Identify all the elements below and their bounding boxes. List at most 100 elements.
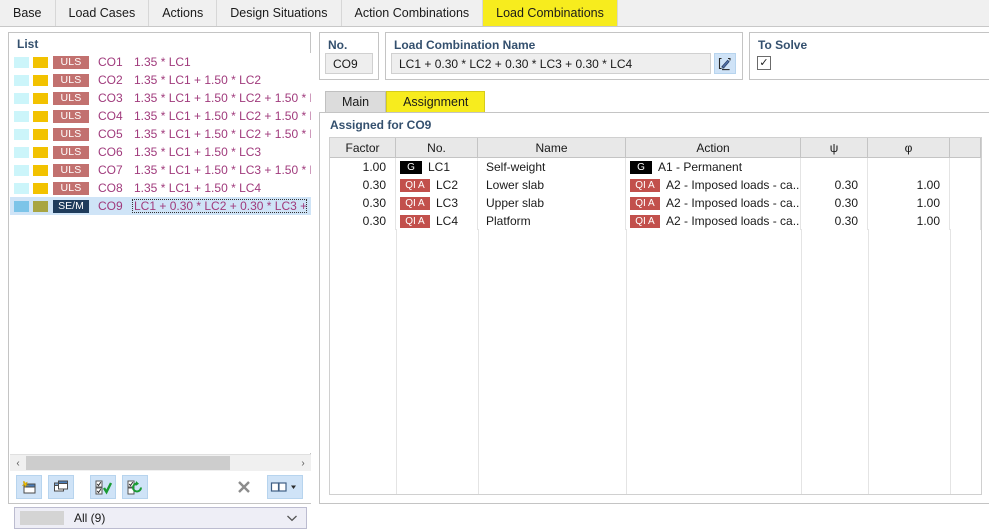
to-solve-group: To Solve [749, 32, 989, 80]
scrollbar-track[interactable] [26, 455, 295, 471]
cell-no: QI A LC2 [396, 176, 478, 194]
list-item-number: CO5 [98, 127, 123, 141]
grid-line [396, 229, 397, 494]
chevron-down-icon[interactable] [286, 514, 298, 522]
no-input-value: CO9 [333, 56, 358, 71]
column-header-action[interactable]: Action [626, 138, 801, 157]
scrollbar-thumb[interactable] [26, 456, 231, 470]
select-all-button[interactable] [90, 475, 116, 499]
table-row[interactable]: 0.30 QI A LC3 Upper slab QI A A2 - Impos… [330, 194, 981, 212]
tab-load-cases[interactable]: Load Cases [55, 0, 150, 26]
list-item[interactable]: ULS CO3 1.35 * LC1 + 1.50 * LC2 + 1.50 *… [10, 89, 311, 107]
new-combination-button[interactable] [16, 475, 42, 499]
list-horizontal-scrollbar[interactable]: ‹ › [10, 454, 311, 471]
design-situation-badge: ULS [53, 127, 89, 141]
column-header-factor[interactable]: Factor [330, 138, 396, 157]
list-panel: List ULS CO1 1.35 * LC1 ULS CO2 1.35 * L… [8, 32, 311, 529]
tab-base-label: Base [13, 6, 42, 20]
cell-action-label: A2 - Imposed loads - ca... [666, 196, 801, 210]
cell-no-label: LC3 [436, 196, 459, 210]
list-item[interactable]: ULS CO5 1.35 * LC1 + 1.50 * LC2 + 1.50 *… [10, 125, 311, 143]
cell-no: QI A LC3 [396, 194, 478, 212]
cell-no: G LC1 [396, 158, 478, 176]
color-swatch-secondary [33, 92, 48, 104]
cell-factor: 0.30 [330, 212, 396, 230]
list-filter-dropdown[interactable]: All (9) [14, 507, 307, 529]
list-item[interactable]: ULS CO1 1.35 * LC1 [10, 53, 311, 71]
color-swatch-primary [14, 146, 29, 158]
edit-name-button[interactable] [714, 53, 736, 74]
column-header-psi[interactable]: ψ [801, 138, 868, 157]
checklist-check-icon [94, 478, 112, 496]
color-swatch-secondary [33, 200, 48, 212]
cell-psi: 0.30 [801, 212, 868, 230]
no-input[interactable]: CO9 [325, 53, 373, 74]
design-situation-badge: SE/M [53, 199, 89, 213]
column-header-no[interactable]: No. [396, 138, 478, 157]
tab-action-combinations[interactable]: Action Combinations [341, 0, 484, 26]
cell-tail [950, 194, 981, 212]
cell-phi: 1.00 [868, 176, 950, 194]
pencil-edit-icon [717, 56, 733, 72]
color-swatch-primary [14, 74, 29, 86]
load-combination-list[interactable]: ULS CO1 1.35 * LC1 ULS CO2 1.35 * LC1 + … [10, 53, 311, 453]
color-swatch-primary [14, 92, 29, 104]
tab-main[interactable]: Main [325, 91, 387, 112]
list-item-formula: 1.35 * LC1 + 1.50 * LC2 + 1.50 * LC3 [134, 91, 311, 105]
design-situation-badge: ULS [53, 181, 89, 195]
cell-no: QI A LC4 [396, 212, 478, 230]
tab-design-situations-label: Design Situations [230, 6, 328, 20]
tab-actions-label: Actions [162, 6, 204, 20]
list-item[interactable]: ULS CO6 1.35 * LC1 + 1.50 * LC3 [10, 143, 311, 161]
list-item-number: CO4 [98, 109, 123, 123]
design-situation-badge: ULS [53, 145, 89, 159]
table-row[interactable]: 0.30 QI A LC2 Lower slab QI A A2 - Impos… [330, 176, 981, 194]
action-category-tag: QI A [400, 196, 430, 210]
grid-line [868, 229, 869, 494]
list-item[interactable]: ULS CO4 1.35 * LC1 + 1.50 * LC2 + 1.50 *… [10, 107, 311, 125]
list-item[interactable]: ULS CO2 1.35 * LC1 + 1.50 * LC2 [10, 71, 311, 89]
list-item-number: CO6 [98, 145, 123, 159]
tab-assignment[interactable]: Assignment [386, 91, 486, 112]
load-combination-name-input[interactable]: LC1 + 0.30 * LC2 + 0.30 * LC3 + 0.30 * L… [391, 53, 711, 74]
scroll-right-arrow-icon[interactable]: › [295, 455, 311, 471]
assignment-title: Assigned for CO9 [330, 118, 432, 132]
grid-line [626, 229, 627, 494]
close-x-icon [235, 478, 253, 496]
tab-design-situations[interactable]: Design Situations [217, 0, 342, 26]
view-mode-button[interactable] [267, 475, 303, 499]
action-category-tag: QI A [630, 178, 660, 192]
scroll-left-arrow-icon[interactable]: ‹ [10, 455, 26, 471]
table-row[interactable]: 1.00 G LC1 Self-weight G A1 - Permanent [330, 158, 981, 176]
list-item-number: CO1 [98, 55, 123, 69]
column-header-tail [950, 138, 981, 157]
column-header-phi[interactable]: φ [868, 138, 950, 157]
list-item[interactable]: ULS CO7 1.35 * LC1 + 1.50 * LC3 + 1.50 *… [10, 161, 311, 179]
detail-tab-bar: Main Assignment [325, 91, 486, 112]
assignment-table[interactable]: Factor No. Name Action ψ φ 1.00 G LC1 Se… [329, 137, 982, 495]
cell-tail [950, 212, 981, 230]
column-header-name[interactable]: Name [478, 138, 626, 157]
tab-base[interactable]: Base [0, 0, 56, 26]
color-swatch-primary [14, 200, 29, 212]
table-row[interactable]: 0.30 QI A LC4 Platform QI A A2 - Imposed… [330, 212, 981, 230]
list-item-formula: LC1 + 0.30 * LC2 + 0.30 * LC3 + 0.30 * L [132, 199, 307, 213]
list-item-number: CO9 [98, 199, 123, 213]
cell-phi [868, 158, 950, 176]
color-swatch-primary [14, 56, 29, 68]
list-item-selected[interactable]: SE/M CO9 LC1 + 0.30 * LC2 + 0.30 * LC3 +… [10, 197, 311, 215]
cell-tail [950, 176, 981, 194]
copy-combination-button[interactable] [48, 475, 74, 499]
list-item-number: CO2 [98, 73, 123, 87]
list-item[interactable]: ULS CO8 1.35 * LC1 + 1.50 * LC4 [10, 179, 311, 197]
cell-psi: 0.30 [801, 176, 868, 194]
cell-phi: 1.00 [868, 212, 950, 230]
tab-load-combinations[interactable]: Load Combinations [483, 0, 618, 26]
to-solve-checkbox[interactable]: ✓ [757, 56, 771, 70]
color-swatch-primary [14, 164, 29, 176]
assignment-table-empty-area [330, 229, 981, 494]
invert-selection-button[interactable] [122, 475, 148, 499]
delete-button[interactable] [231, 475, 257, 499]
tab-actions[interactable]: Actions [149, 0, 218, 26]
grid-line [801, 229, 802, 494]
